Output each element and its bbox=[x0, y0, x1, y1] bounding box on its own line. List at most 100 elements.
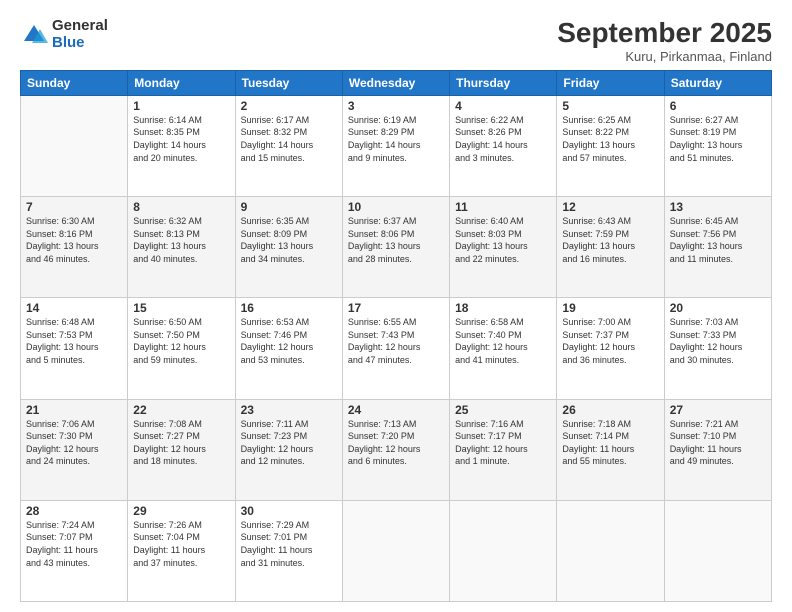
cell-info: Sunrise: 7:21 AM Sunset: 7:10 PM Dayligh… bbox=[670, 418, 766, 468]
table-row: 14Sunrise: 6:48 AM Sunset: 7:53 PM Dayli… bbox=[21, 298, 128, 399]
cell-info: Sunrise: 6:14 AM Sunset: 8:35 PM Dayligh… bbox=[133, 114, 229, 164]
day-number: 9 bbox=[241, 200, 337, 214]
table-row: 5Sunrise: 6:25 AM Sunset: 8:22 PM Daylig… bbox=[557, 95, 664, 196]
table-row: 20Sunrise: 7:03 AM Sunset: 7:33 PM Dayli… bbox=[664, 298, 771, 399]
table-row: 2Sunrise: 6:17 AM Sunset: 8:32 PM Daylig… bbox=[235, 95, 342, 196]
day-number: 21 bbox=[26, 403, 122, 417]
logo-icon bbox=[20, 21, 48, 49]
calendar-week-row: 28Sunrise: 7:24 AM Sunset: 7:07 PM Dayli… bbox=[21, 500, 772, 601]
day-number: 23 bbox=[241, 403, 337, 417]
day-number: 30 bbox=[241, 504, 337, 518]
cell-info: Sunrise: 6:48 AM Sunset: 7:53 PM Dayligh… bbox=[26, 316, 122, 366]
table-row: 8Sunrise: 6:32 AM Sunset: 8:13 PM Daylig… bbox=[128, 197, 235, 298]
table-row bbox=[557, 500, 664, 601]
day-number: 12 bbox=[562, 200, 658, 214]
day-number: 3 bbox=[348, 99, 444, 113]
table-row: 1Sunrise: 6:14 AM Sunset: 8:35 PM Daylig… bbox=[128, 95, 235, 196]
table-row: 13Sunrise: 6:45 AM Sunset: 7:56 PM Dayli… bbox=[664, 197, 771, 298]
logo-general-text: General bbox=[52, 18, 108, 35]
day-number: 28 bbox=[26, 504, 122, 518]
cell-info: Sunrise: 7:08 AM Sunset: 7:27 PM Dayligh… bbox=[133, 418, 229, 468]
table-row: 3Sunrise: 6:19 AM Sunset: 8:29 PM Daylig… bbox=[342, 95, 449, 196]
day-number: 14 bbox=[26, 301, 122, 315]
col-monday: Monday bbox=[128, 70, 235, 95]
cell-info: Sunrise: 6:22 AM Sunset: 8:26 PM Dayligh… bbox=[455, 114, 551, 164]
table-row: 26Sunrise: 7:18 AM Sunset: 7:14 PM Dayli… bbox=[557, 399, 664, 500]
cell-info: Sunrise: 6:30 AM Sunset: 8:16 PM Dayligh… bbox=[26, 215, 122, 265]
day-number: 22 bbox=[133, 403, 229, 417]
day-number: 1 bbox=[133, 99, 229, 113]
calendar-week-row: 1Sunrise: 6:14 AM Sunset: 8:35 PM Daylig… bbox=[21, 95, 772, 196]
cell-info: Sunrise: 7:29 AM Sunset: 7:01 PM Dayligh… bbox=[241, 519, 337, 569]
day-number: 8 bbox=[133, 200, 229, 214]
cell-info: Sunrise: 7:03 AM Sunset: 7:33 PM Dayligh… bbox=[670, 316, 766, 366]
cell-info: Sunrise: 7:06 AM Sunset: 7:30 PM Dayligh… bbox=[26, 418, 122, 468]
day-number: 27 bbox=[670, 403, 766, 417]
cell-info: Sunrise: 7:16 AM Sunset: 7:17 PM Dayligh… bbox=[455, 418, 551, 468]
col-thursday: Thursday bbox=[450, 70, 557, 95]
col-saturday: Saturday bbox=[664, 70, 771, 95]
table-row: 11Sunrise: 6:40 AM Sunset: 8:03 PM Dayli… bbox=[450, 197, 557, 298]
table-row bbox=[21, 95, 128, 196]
day-number: 10 bbox=[348, 200, 444, 214]
table-row: 6Sunrise: 6:27 AM Sunset: 8:19 PM Daylig… bbox=[664, 95, 771, 196]
cell-info: Sunrise: 6:50 AM Sunset: 7:50 PM Dayligh… bbox=[133, 316, 229, 366]
table-row bbox=[450, 500, 557, 601]
cell-info: Sunrise: 6:17 AM Sunset: 8:32 PM Dayligh… bbox=[241, 114, 337, 164]
calendar-header-row: Sunday Monday Tuesday Wednesday Thursday… bbox=[21, 70, 772, 95]
col-sunday: Sunday bbox=[21, 70, 128, 95]
cell-info: Sunrise: 6:55 AM Sunset: 7:43 PM Dayligh… bbox=[348, 316, 444, 366]
day-number: 6 bbox=[670, 99, 766, 113]
month-title: September 2025 bbox=[557, 18, 772, 49]
day-number: 7 bbox=[26, 200, 122, 214]
day-number: 11 bbox=[455, 200, 551, 214]
calendar-table: Sunday Monday Tuesday Wednesday Thursday… bbox=[20, 70, 772, 602]
table-row: 22Sunrise: 7:08 AM Sunset: 7:27 PM Dayli… bbox=[128, 399, 235, 500]
cell-info: Sunrise: 6:32 AM Sunset: 8:13 PM Dayligh… bbox=[133, 215, 229, 265]
table-row bbox=[342, 500, 449, 601]
cell-info: Sunrise: 6:25 AM Sunset: 8:22 PM Dayligh… bbox=[562, 114, 658, 164]
col-friday: Friday bbox=[557, 70, 664, 95]
table-row: 12Sunrise: 6:43 AM Sunset: 7:59 PM Dayli… bbox=[557, 197, 664, 298]
col-tuesday: Tuesday bbox=[235, 70, 342, 95]
table-row: 19Sunrise: 7:00 AM Sunset: 7:37 PM Dayli… bbox=[557, 298, 664, 399]
day-number: 26 bbox=[562, 403, 658, 417]
table-row: 18Sunrise: 6:58 AM Sunset: 7:40 PM Dayli… bbox=[450, 298, 557, 399]
day-number: 20 bbox=[670, 301, 766, 315]
cell-info: Sunrise: 7:18 AM Sunset: 7:14 PM Dayligh… bbox=[562, 418, 658, 468]
header: General Blue September 2025 Kuru, Pirkan… bbox=[20, 18, 772, 64]
logo-blue-text: Blue bbox=[52, 35, 108, 52]
table-row: 24Sunrise: 7:13 AM Sunset: 7:20 PM Dayli… bbox=[342, 399, 449, 500]
cell-info: Sunrise: 6:35 AM Sunset: 8:09 PM Dayligh… bbox=[241, 215, 337, 265]
logo: General Blue bbox=[20, 18, 108, 51]
day-number: 15 bbox=[133, 301, 229, 315]
table-row: 23Sunrise: 7:11 AM Sunset: 7:23 PM Dayli… bbox=[235, 399, 342, 500]
cell-info: Sunrise: 6:37 AM Sunset: 8:06 PM Dayligh… bbox=[348, 215, 444, 265]
table-row: 9Sunrise: 6:35 AM Sunset: 8:09 PM Daylig… bbox=[235, 197, 342, 298]
table-row: 16Sunrise: 6:53 AM Sunset: 7:46 PM Dayli… bbox=[235, 298, 342, 399]
cell-info: Sunrise: 6:40 AM Sunset: 8:03 PM Dayligh… bbox=[455, 215, 551, 265]
day-number: 5 bbox=[562, 99, 658, 113]
cell-info: Sunrise: 6:45 AM Sunset: 7:56 PM Dayligh… bbox=[670, 215, 766, 265]
cell-info: Sunrise: 6:27 AM Sunset: 8:19 PM Dayligh… bbox=[670, 114, 766, 164]
table-row: 29Sunrise: 7:26 AM Sunset: 7:04 PM Dayli… bbox=[128, 500, 235, 601]
table-row: 15Sunrise: 6:50 AM Sunset: 7:50 PM Dayli… bbox=[128, 298, 235, 399]
table-row: 25Sunrise: 7:16 AM Sunset: 7:17 PM Dayli… bbox=[450, 399, 557, 500]
calendar-week-row: 21Sunrise: 7:06 AM Sunset: 7:30 PM Dayli… bbox=[21, 399, 772, 500]
cell-info: Sunrise: 7:00 AM Sunset: 7:37 PM Dayligh… bbox=[562, 316, 658, 366]
location: Kuru, Pirkanmaa, Finland bbox=[557, 49, 772, 64]
day-number: 16 bbox=[241, 301, 337, 315]
day-number: 25 bbox=[455, 403, 551, 417]
day-number: 13 bbox=[670, 200, 766, 214]
table-row: 10Sunrise: 6:37 AM Sunset: 8:06 PM Dayli… bbox=[342, 197, 449, 298]
calendar-week-row: 7Sunrise: 6:30 AM Sunset: 8:16 PM Daylig… bbox=[21, 197, 772, 298]
day-number: 29 bbox=[133, 504, 229, 518]
cell-info: Sunrise: 7:26 AM Sunset: 7:04 PM Dayligh… bbox=[133, 519, 229, 569]
table-row: 21Sunrise: 7:06 AM Sunset: 7:30 PM Dayli… bbox=[21, 399, 128, 500]
cell-info: Sunrise: 7:11 AM Sunset: 7:23 PM Dayligh… bbox=[241, 418, 337, 468]
day-number: 17 bbox=[348, 301, 444, 315]
table-row: 30Sunrise: 7:29 AM Sunset: 7:01 PM Dayli… bbox=[235, 500, 342, 601]
cell-info: Sunrise: 6:19 AM Sunset: 8:29 PM Dayligh… bbox=[348, 114, 444, 164]
cell-info: Sunrise: 7:24 AM Sunset: 7:07 PM Dayligh… bbox=[26, 519, 122, 569]
calendar-week-row: 14Sunrise: 6:48 AM Sunset: 7:53 PM Dayli… bbox=[21, 298, 772, 399]
